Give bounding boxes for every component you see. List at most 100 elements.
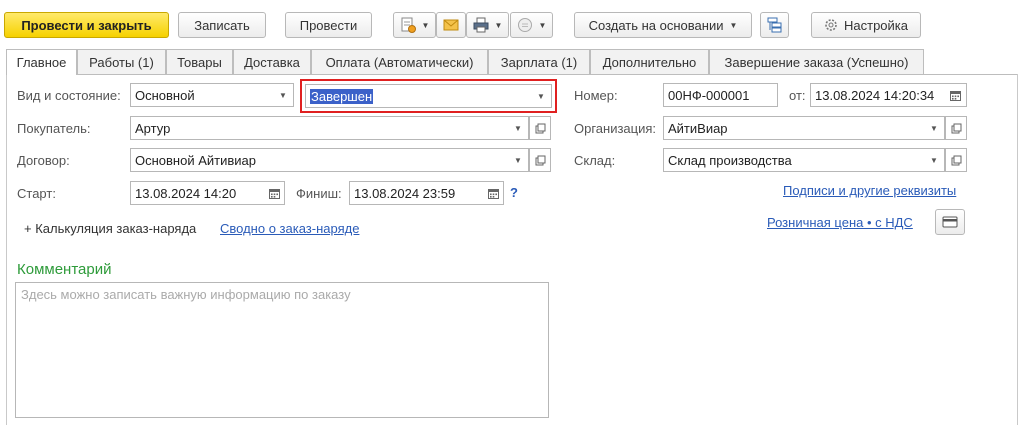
- chevron-down-icon: ▼: [514, 123, 522, 133]
- calendar-icon: [487, 188, 499, 199]
- organization-dropdown-button[interactable]: ▼: [923, 116, 945, 140]
- post-and-close-label: Провести и закрыть: [21, 17, 152, 33]
- buyer-value: Артур: [135, 120, 171, 136]
- circle-menu-button[interactable]: ▼: [510, 12, 553, 38]
- warehouse-value: Склад производства: [668, 152, 792, 168]
- structure-icon: [767, 17, 783, 33]
- finish-label: Финиш:: [296, 186, 342, 201]
- open-icon: [951, 155, 962, 166]
- open-icon: [951, 123, 962, 134]
- help-icon[interactable]: ?: [510, 185, 518, 200]
- buyer-dropdown-button[interactable]: ▼: [507, 116, 529, 140]
- save-button[interactable]: Записать: [178, 12, 266, 38]
- number-value: 00НФ-000001: [668, 87, 750, 103]
- finish-field[interactable]: 13.08.2024 23:59: [349, 181, 504, 205]
- post-label: Провести: [299, 17, 358, 33]
- calendar-icon: [268, 188, 280, 199]
- tab-payment[interactable]: Оплата (Автоматически): [311, 49, 488, 74]
- warehouse-dropdown-button[interactable]: ▼: [923, 148, 945, 172]
- report-menu-button[interactable]: ▼: [393, 12, 436, 38]
- number-field[interactable]: 00НФ-000001: [663, 83, 778, 107]
- finish-value: 13.08.2024 23:59: [354, 185, 456, 201]
- from-calendar-button[interactable]: [944, 83, 966, 107]
- buyer-label: Покупатель:: [17, 121, 91, 136]
- tab-label: Товары: [177, 54, 222, 70]
- create-based-on-button[interactable]: Создать на основании ▼: [574, 12, 752, 38]
- tab-works[interactable]: Работы (1): [77, 49, 166, 74]
- chevron-down-icon: ▼: [494, 20, 503, 30]
- post-button[interactable]: Провести: [285, 12, 372, 38]
- from-label: от:: [789, 88, 806, 103]
- start-label: Старт:: [17, 186, 56, 201]
- create-based-on-label: Создать на основании: [588, 17, 724, 33]
- kind-state-label: Вид и состояние:: [17, 88, 121, 103]
- mail-button[interactable]: [436, 12, 466, 38]
- contract-open-button[interactable]: [529, 148, 551, 172]
- chevron-down-icon: ▼: [729, 20, 738, 30]
- card-icon: [942, 216, 958, 228]
- kind-field[interactable]: Основной: [130, 83, 294, 107]
- settings-button[interactable]: Настройка: [811, 12, 921, 38]
- calendar-icon: [949, 90, 961, 101]
- organization-value: АйтиВиар: [668, 120, 728, 136]
- gear-icon: [824, 18, 838, 32]
- tab-label: Зарплата (1): [500, 54, 578, 70]
- report-icon: [400, 17, 416, 33]
- save-label: Записать: [194, 17, 250, 33]
- print-icon: [473, 17, 489, 33]
- tab-order-completion[interactable]: Завершение заказа (Успешно): [709, 49, 924, 74]
- retail-price-button[interactable]: [935, 209, 965, 235]
- calculation-toggle[interactable]: + Калькуляция заказ-наряда: [24, 221, 196, 236]
- finish-calendar-button[interactable]: [482, 181, 504, 205]
- comment-textarea[interactable]: Здесь можно записать важную информацию п…: [15, 282, 549, 418]
- structure-button[interactable]: [760, 12, 789, 38]
- contract-label: Договор:: [17, 153, 70, 168]
- chevron-down-icon: ▼: [514, 155, 522, 165]
- open-icon: [535, 123, 546, 134]
- kind-dropdown-button[interactable]: ▼: [272, 83, 294, 107]
- print-menu-button[interactable]: ▼: [466, 12, 509, 38]
- tab-label: Работы (1): [89, 54, 154, 70]
- buyer-field[interactable]: Артур: [130, 116, 529, 140]
- tab-goods[interactable]: Товары: [166, 49, 233, 74]
- number-label: Номер:: [574, 88, 618, 103]
- organization-open-button[interactable]: [945, 116, 967, 140]
- organization-label: Организация:: [574, 121, 657, 136]
- state-dropdown-button[interactable]: ▼: [530, 84, 552, 108]
- tab-label: Дополнительно: [602, 54, 697, 70]
- chevron-down-icon: ▼: [538, 20, 547, 30]
- chevron-down-icon: ▼: [930, 123, 938, 133]
- tab-label: Главное: [16, 55, 67, 70]
- tab-label: Оплата (Автоматически): [325, 54, 474, 70]
- signatures-link[interactable]: Подписи и другие реквизиты: [783, 183, 956, 198]
- tab-main[interactable]: Главное: [6, 49, 77, 75]
- contract-field[interactable]: Основной Айтивиар: [130, 148, 529, 172]
- warehouse-label: Склад:: [574, 153, 616, 168]
- tab-label: Завершение заказа (Успешно): [724, 54, 909, 70]
- warehouse-open-button[interactable]: [945, 148, 967, 172]
- start-calendar-button[interactable]: [263, 181, 285, 205]
- tab-delivery[interactable]: Доставка: [233, 49, 311, 74]
- comment-title: Комментарий: [17, 261, 112, 278]
- start-field[interactable]: 13.08.2024 14:20: [130, 181, 285, 205]
- contract-value: Основной Айтивиар: [135, 152, 256, 168]
- organization-field[interactable]: АйтиВиар: [663, 116, 945, 140]
- comment-placeholder: Здесь можно записать важную информацию п…: [21, 287, 351, 302]
- tab-label: Доставка: [244, 54, 300, 70]
- state-field[interactable]: Завершен: [305, 84, 552, 108]
- retail-price-link[interactable]: Розничная цена • с НДС: [767, 215, 913, 230]
- contract-dropdown-button[interactable]: ▼: [507, 148, 529, 172]
- post-and-close-button[interactable]: Провести и закрыть: [4, 12, 169, 38]
- start-value: 13.08.2024 14:20: [135, 185, 237, 201]
- warehouse-field[interactable]: Склад производства: [663, 148, 945, 172]
- open-icon: [535, 155, 546, 166]
- buyer-open-button[interactable]: [529, 116, 551, 140]
- chevron-down-icon: ▼: [930, 155, 938, 165]
- tab-salary[interactable]: Зарплата (1): [488, 49, 590, 74]
- settings-label: Настройка: [844, 17, 908, 33]
- circle-icon: [517, 17, 533, 33]
- tab-additional[interactable]: Дополнительно: [590, 49, 709, 74]
- chevron-down-icon: ▼: [421, 20, 430, 30]
- from-date-value: 13.08.2024 14:20:34: [815, 87, 935, 103]
- order-summary-link[interactable]: Сводно о заказ-наряде: [220, 221, 359, 236]
